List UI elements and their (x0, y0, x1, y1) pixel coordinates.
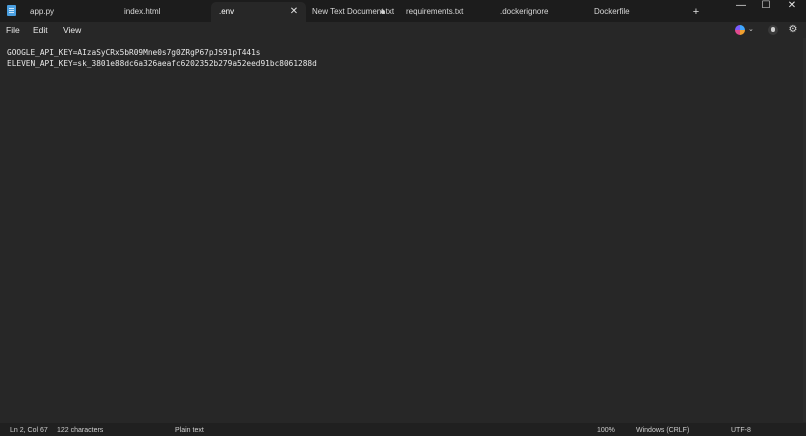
tab-label: app.py (30, 7, 55, 16)
close-window-button[interactable]: ✕ (783, 0, 801, 14)
cursor-position: Ln 2, Col 67 (10, 427, 48, 434)
tab-label: Dockerfile (594, 7, 630, 16)
notepad-window: app.py index.html .env ✕ New Text Docume… (0, 0, 806, 436)
tab-label: .dockerignore (500, 7, 549, 16)
tab-env[interactable]: .env ✕ (211, 2, 306, 22)
tab-requirements-txt[interactable]: requirements.txt (398, 2, 490, 22)
unsaved-dot-icon (381, 10, 385, 14)
tab-label: requirements.txt (406, 7, 464, 16)
zoom-level[interactable]: 100% (597, 423, 615, 436)
title-bar: app.py index.html .env ✕ New Text Docume… (0, 0, 806, 22)
tab-label: .env (219, 7, 235, 16)
chevron-down-icon[interactable]: ⌄ (748, 23, 754, 37)
encoding: UTF-8 (731, 427, 751, 434)
tab-label: index.html (124, 7, 161, 16)
line-ending: Windows (CRLF) (636, 427, 690, 434)
tab-new-text-document[interactable]: New Text Document.txt (304, 2, 399, 22)
character-count: 122 characters (57, 427, 104, 434)
maximize-button[interactable]: ☐ (757, 0, 775, 14)
profile-icon[interactable] (768, 25, 778, 35)
menu-view[interactable]: View (63, 22, 81, 38)
tab-dockerignore[interactable]: .dockerignore (492, 2, 584, 22)
close-tab-icon[interactable]: ✕ (288, 2, 300, 22)
notepad-icon (7, 5, 16, 16)
editor-line: ELEVEN_API_KEY=sk_3801e88dc6a326aeafc620… (7, 59, 317, 68)
new-tab-button[interactable]: + (688, 2, 704, 22)
tab-dockerfile[interactable]: Dockerfile (586, 2, 682, 22)
menu-bar: File Edit View (0, 22, 806, 38)
status-bar: Ln 2, Col 67 122 characters Plain text 1… (0, 423, 806, 436)
tab-app-py[interactable]: app.py (22, 2, 114, 22)
minimize-button[interactable]: — (732, 0, 750, 14)
gear-icon[interactable]: ⚙ (786, 22, 800, 38)
file-format: Plain text (175, 427, 204, 434)
tab-index-html[interactable]: index.html (116, 2, 208, 22)
copilot-icon[interactable] (735, 25, 745, 35)
text-editor[interactable]: GOOGLE_API_KEY=AIzaSyCRx5bR09Mne0s7g0ZRg… (0, 38, 806, 422)
editor-line: GOOGLE_API_KEY=AIzaSyCRx5bR09Mne0s7g0ZRg… (7, 48, 261, 57)
menu-edit[interactable]: Edit (33, 22, 48, 38)
menu-file[interactable]: File (6, 22, 20, 38)
